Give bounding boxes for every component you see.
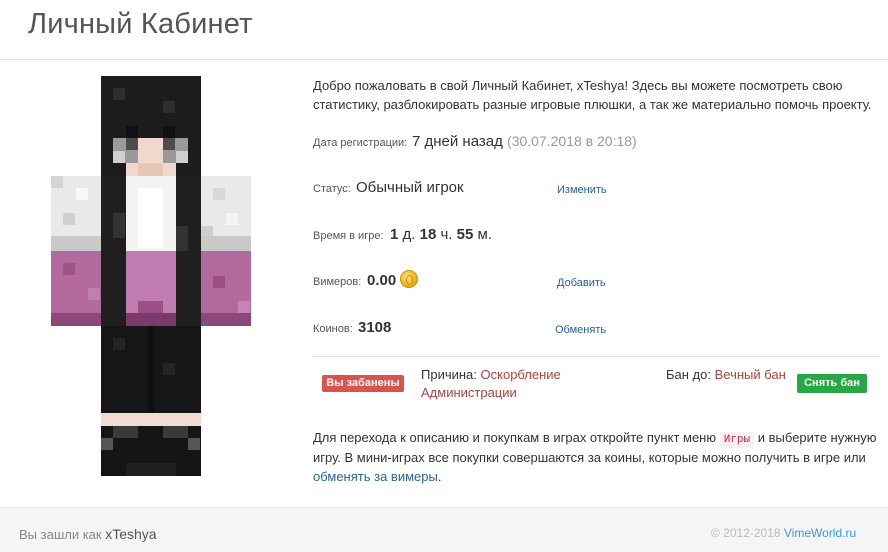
games-menu-code: Игры [719,432,755,448]
exchange-coins-link[interactable]: Обменять [555,324,606,336]
playtime-value: 1 д. 18 ч. 55 м. [390,226,492,243]
skin-render [51,76,251,476]
coins-value: 3108 [358,319,392,336]
page-header: Личный Кабинет [0,0,888,60]
footer: Вы зашли как xTeshya © 2012-2018 VimeWor… [0,507,888,552]
player-skin-image [51,76,251,476]
footer-login-info: Вы зашли как xTeshya [19,526,157,542]
exchange-vimers-link[interactable]: обменять за вимеры [313,469,438,484]
registration-label: Дата регистрации: [313,137,408,149]
site-link[interactable]: VimeWorld.ru [784,526,856,540]
help-text: Для перехода к описанию и покупкам в игр… [313,430,877,484]
vimers-label: Вимеров: [313,276,362,288]
footer-username: xTeshya [105,526,157,542]
divider [313,356,879,357]
unban-button[interactable]: Снять бан [797,374,867,393]
playtime-row: Время в игре: 1 д. 18 ч. 55 м. [313,223,879,245]
ban-reason: Причина: Оскорбление Администрации [421,367,561,400]
ban-until-value: Вечный бан [714,367,786,382]
add-vimers-link[interactable]: Добавить [557,277,606,289]
ban-until: Бан до: Вечный бан [666,367,786,382]
coins-label: Коинов: [313,323,353,335]
status-value: Обычный игрок [356,179,464,196]
vimers-value: 0.00 [367,270,419,289]
welcome-text: Добро пожаловать в свой Личный Кабинет, … [313,78,872,112]
banned-badge: Вы забанены [322,375,404,392]
gold-coin-icon [400,270,419,288]
registration-exact: (30.07.2018 в 20:18) [507,133,637,149]
status-row: Статус: Обычный игрок Изменить [313,176,879,198]
vimers-row: Вимеров: 0.00 Добавить [313,269,879,291]
playtime-label: Время в игре: [313,230,384,242]
change-status-link[interactable]: Изменить [557,184,607,196]
page-title: Личный Кабинет [28,8,253,40]
registration-row: Дата регистрации: 7 дней назад (30.07.20… [313,130,879,152]
footer-copyright: © 2012-2018 VimeWorld.ru [711,526,857,540]
status-label: Статус: [313,183,351,195]
coins-row: Коинов: 3108 Обменять [313,316,879,338]
registration-value: 7 дней назад (30.07.2018 в 20:18) [412,133,637,150]
ban-info: Вы забанены Причина: Оскорбление Админис… [313,366,879,406]
